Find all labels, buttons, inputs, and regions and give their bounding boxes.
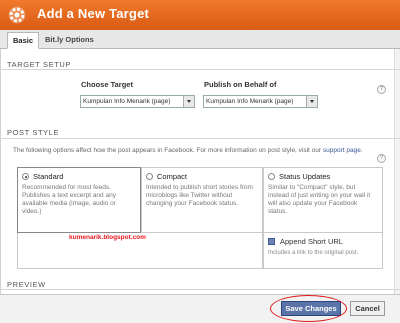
help-icon[interactable]: ? <box>377 154 386 163</box>
option-label: Compact <box>157 172 188 181</box>
highlight-ring <box>270 295 347 322</box>
choose-target-select[interactable]: Kumpulan Info Menarik (page) <box>80 95 195 108</box>
post-style-description: The following options affect how the pos… <box>13 146 393 155</box>
option-text: Recommended for most feeds. Publishes a … <box>22 184 116 215</box>
option-compact[interactable]: Compact Intended to publish short storie… <box>141 167 263 233</box>
option-status-updates[interactable]: Status Updates Similar to "Compact" styl… <box>263 167 383 233</box>
publish-behalf-value: Kumpulan Info Menarik (page) <box>206 98 294 105</box>
tab-bitly-options[interactable]: Bit.ly Options <box>40 32 99 49</box>
tab-bar: Basic Bit.ly Options <box>0 30 400 49</box>
option-standard[interactable]: Standard Recommended for most feeds. Pub… <box>17 167 141 233</box>
radio-standard[interactable] <box>22 173 29 180</box>
section-heading-preview: PREVIEW <box>7 280 46 289</box>
section-heading-target-setup: TARGET SETUP <box>7 60 72 69</box>
option-text: Similar to "Compact" style, but instead … <box>268 184 371 215</box>
chevron-down-icon <box>183 96 194 107</box>
section-divider <box>0 289 400 290</box>
scrollbar[interactable] <box>394 49 400 294</box>
tab-basic[interactable]: Basic <box>7 32 40 49</box>
option-text: Intended to publish short stories from m… <box>146 184 253 207</box>
choose-target-label: Choose Target <box>81 80 133 89</box>
publish-behalf-label: Publish on Behalf of <box>204 80 277 89</box>
support-page-link[interactable]: support page <box>323 147 361 154</box>
description-end: . <box>360 147 363 154</box>
dialog-title: Add a New Target <box>37 6 150 21</box>
append-short-url-note: Includes a link to the original post. <box>268 250 359 256</box>
chevron-down-icon <box>306 96 317 107</box>
publish-behalf-select[interactable]: Kumpulan Info Menarik (page) <box>203 95 318 108</box>
append-short-url-checkbox[interactable] <box>268 238 275 245</box>
help-icon[interactable]: ? <box>377 85 386 94</box>
radio-status-updates[interactable] <box>268 173 275 180</box>
description-text: The following options affect how the pos… <box>13 147 322 154</box>
watermark-text: kumenarik.blogspot.com <box>69 234 146 241</box>
dialog-titlebar: Add a New Target <box>0 0 400 30</box>
radio-compact[interactable] <box>146 173 153 180</box>
section-divider <box>0 138 400 139</box>
section-heading-post-style: POST STYLE <box>7 128 60 137</box>
section-divider <box>0 69 400 70</box>
gear-icon <box>8 6 26 24</box>
choose-target-value: Kumpulan Info Menarik (page) <box>83 98 171 105</box>
append-short-url-label: Append Short URL <box>280 237 343 246</box>
option-label: Standard <box>33 172 64 181</box>
cancel-button[interactable]: Cancel <box>350 301 385 316</box>
option-label: Status Updates <box>279 172 331 181</box>
